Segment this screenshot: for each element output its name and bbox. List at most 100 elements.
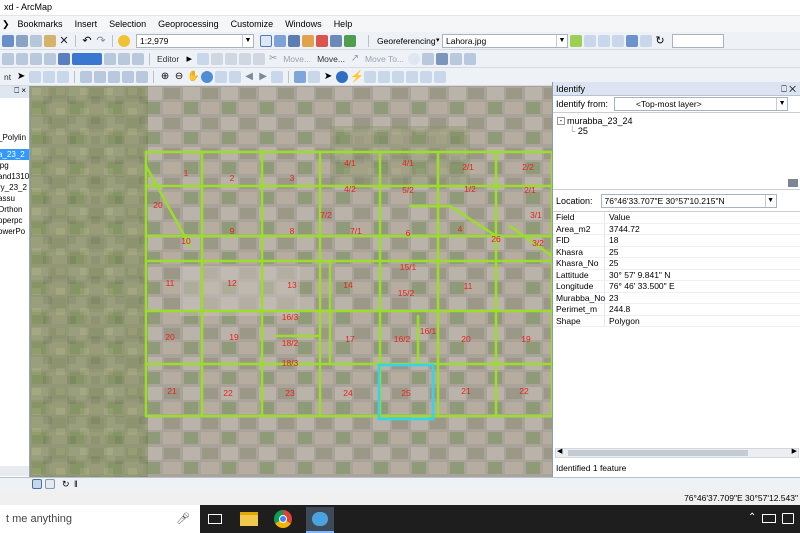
chevron-down-icon[interactable]: ▼ xyxy=(242,34,253,47)
toc-layer-item[interactable]: and1310 xyxy=(0,171,29,182)
properties2-icon[interactable] xyxy=(136,70,149,83)
toc-layer-item[interactable]: Orthon xyxy=(0,204,29,215)
layout-view-icon[interactable] xyxy=(45,479,55,489)
map-canvas[interactable]: 1 2 34/1 4/1 2/1 2/2204/2 5/2 1/2 2/1109 87/27/1 6… xyxy=(30,86,552,477)
rotate-icon[interactable] xyxy=(598,34,610,47)
location-field[interactable]: 76°46'33.707"E 30°57'10.215"N ▼ xyxy=(600,193,777,208)
move-arrow-icon[interactable]: ↗ xyxy=(349,53,361,65)
fixed-zoom-out-icon[interactable] xyxy=(229,70,242,83)
toc-layer-item[interactable]: pperpc xyxy=(0,215,29,226)
sketch-properties-icon[interactable] xyxy=(450,52,463,65)
grid-icon[interactable] xyxy=(16,52,28,65)
table-row[interactable]: Longitude 76° 46' 33.500" E xyxy=(553,281,800,293)
add-data-plus-icon[interactable] xyxy=(118,34,130,47)
create-features-icon[interactable] xyxy=(464,52,477,65)
menu-bookmarks[interactable]: Bookmarks xyxy=(12,16,69,32)
pin-icon[interactable]: ⎕ × xyxy=(14,86,26,95)
collapse-icon[interactable]: - xyxy=(557,117,565,125)
table-row[interactable]: Khasra 25 xyxy=(553,246,800,258)
go-to-xy-icon[interactable] xyxy=(406,70,419,83)
link-table-icon[interactable] xyxy=(626,34,638,47)
fill-color-icon[interactable] xyxy=(72,52,102,65)
copy-icon[interactable] xyxy=(30,34,42,47)
scroll-right-icon[interactable]: ▶ xyxy=(792,447,797,455)
attributes-icon[interactable] xyxy=(422,52,435,65)
clear-selection-icon[interactable] xyxy=(308,70,321,83)
snap-icon[interactable] xyxy=(44,52,56,65)
coverage-icon[interactable] xyxy=(58,52,70,65)
value-column-header[interactable]: Value xyxy=(605,212,630,223)
catalog-icon[interactable] xyxy=(288,34,300,47)
task-view-icon[interactable] xyxy=(208,514,222,524)
find-route-icon[interactable] xyxy=(392,70,405,83)
table-icon[interactable] xyxy=(274,34,286,47)
end-point-arc-icon[interactable] xyxy=(225,52,238,65)
add-data-icon[interactable] xyxy=(2,34,14,47)
menu-windows[interactable]: Windows xyxy=(279,16,328,32)
create-viewer-icon[interactable] xyxy=(434,70,447,83)
show-hidden-icons[interactable]: ⌃ xyxy=(748,512,756,523)
zoom-out-icon[interactable]: ⊖ xyxy=(173,71,185,83)
tree-splitter-grip[interactable] xyxy=(788,179,798,187)
toc-layer-item[interactable]: assu xyxy=(0,193,29,204)
reshape-icon[interactable] xyxy=(43,70,56,83)
fixed-zoom-in-icon[interactable] xyxy=(215,70,228,83)
editor-toolbar-icon[interactable] xyxy=(260,34,272,47)
tree-feature-node[interactable]: └ 25 xyxy=(557,126,800,136)
straight-segment-icon[interactable] xyxy=(211,52,224,65)
move-tool-2[interactable]: Move... xyxy=(315,54,347,64)
templates-icon[interactable] xyxy=(108,70,121,83)
menu-help[interactable]: Help xyxy=(328,16,359,32)
select-arrow-icon[interactable]: ➤ xyxy=(15,71,27,83)
hyperlink-icon[interactable]: ⚡ xyxy=(350,71,364,83)
auto-adjust-icon[interactable] xyxy=(584,34,596,47)
move-tool[interactable]: Move... xyxy=(281,54,313,64)
toc-scrollbar[interactable] xyxy=(0,466,29,476)
arctoolbox-icon[interactable] xyxy=(316,34,328,47)
menu-customize[interactable]: Customize xyxy=(225,16,280,32)
more-icon[interactable] xyxy=(118,52,130,65)
battery-icon[interactable] xyxy=(762,514,776,523)
toc-layer-item[interactable]: jpg xyxy=(0,160,29,171)
value-combobox[interactable] xyxy=(672,33,724,48)
time-slider-icon[interactable]: ↻ xyxy=(654,35,666,47)
add-control-points-icon[interactable] xyxy=(570,34,582,47)
microphone-icon[interactable]: 🎤︎ xyxy=(176,505,190,533)
chevron-down-icon[interactable]: ▼ xyxy=(764,194,776,207)
properties-icon[interactable] xyxy=(104,52,116,65)
scroll-thumb[interactable] xyxy=(568,450,748,456)
pause-drawing-icon[interactable]: ‖ xyxy=(74,478,86,490)
toc-layer-item-selected[interactable]: a_23_2 xyxy=(0,149,29,160)
python-icon[interactable] xyxy=(330,34,342,47)
georef-layer-combobox[interactable]: Lahora.jpg ▼ xyxy=(442,33,568,48)
search-window-icon[interactable] xyxy=(302,34,314,47)
select-features-icon[interactable] xyxy=(294,70,307,83)
attributes-table-icon[interactable] xyxy=(80,70,93,83)
cut-icon[interactable] xyxy=(16,34,28,47)
select-elements-icon[interactable]: ➤ xyxy=(322,71,334,83)
edit-vertices-icon[interactable] xyxy=(29,70,42,83)
table-row[interactable]: Shape Polygon xyxy=(553,315,800,327)
editor-menu[interactable]: Editor xyxy=(155,54,181,64)
identify-from-combobox[interactable]: <Top-most layer> ▼ xyxy=(614,97,789,111)
close-icon[interactable]: ⎕ ✕ xyxy=(781,82,796,96)
cut-polygons-icon[interactable] xyxy=(57,70,70,83)
scissors-icon[interactable]: ✂ xyxy=(267,53,279,65)
trace-icon[interactable] xyxy=(239,52,252,65)
table-row[interactable]: Area_m2 3744.72 xyxy=(553,223,800,235)
delete-links-icon[interactable] xyxy=(640,34,652,47)
table-row[interactable]: Khasra_No 25 xyxy=(553,258,800,270)
field-column-header[interactable]: Field xyxy=(553,212,605,223)
undo-icon[interactable]: ↶ xyxy=(81,35,93,47)
toc-layer-item[interactable]: _Polylin xyxy=(0,132,29,143)
chevron-down-icon[interactable]: ▼ xyxy=(556,34,567,47)
table-row[interactable]: Lattitude 30° 57' 9.841" N xyxy=(553,269,800,281)
sketch-icon[interactable] xyxy=(94,70,107,83)
find-icon[interactable] xyxy=(436,52,449,65)
file-explorer-icon[interactable] xyxy=(240,512,258,526)
edit-annotation-icon[interactable] xyxy=(197,52,210,65)
tree-layer-node[interactable]: - murabba_23_24 xyxy=(557,116,800,126)
paste-icon[interactable] xyxy=(44,34,56,47)
georeferencing-menu[interactable]: Georeferencing ▾ xyxy=(374,34,440,48)
extent-icon[interactable] xyxy=(271,70,284,83)
